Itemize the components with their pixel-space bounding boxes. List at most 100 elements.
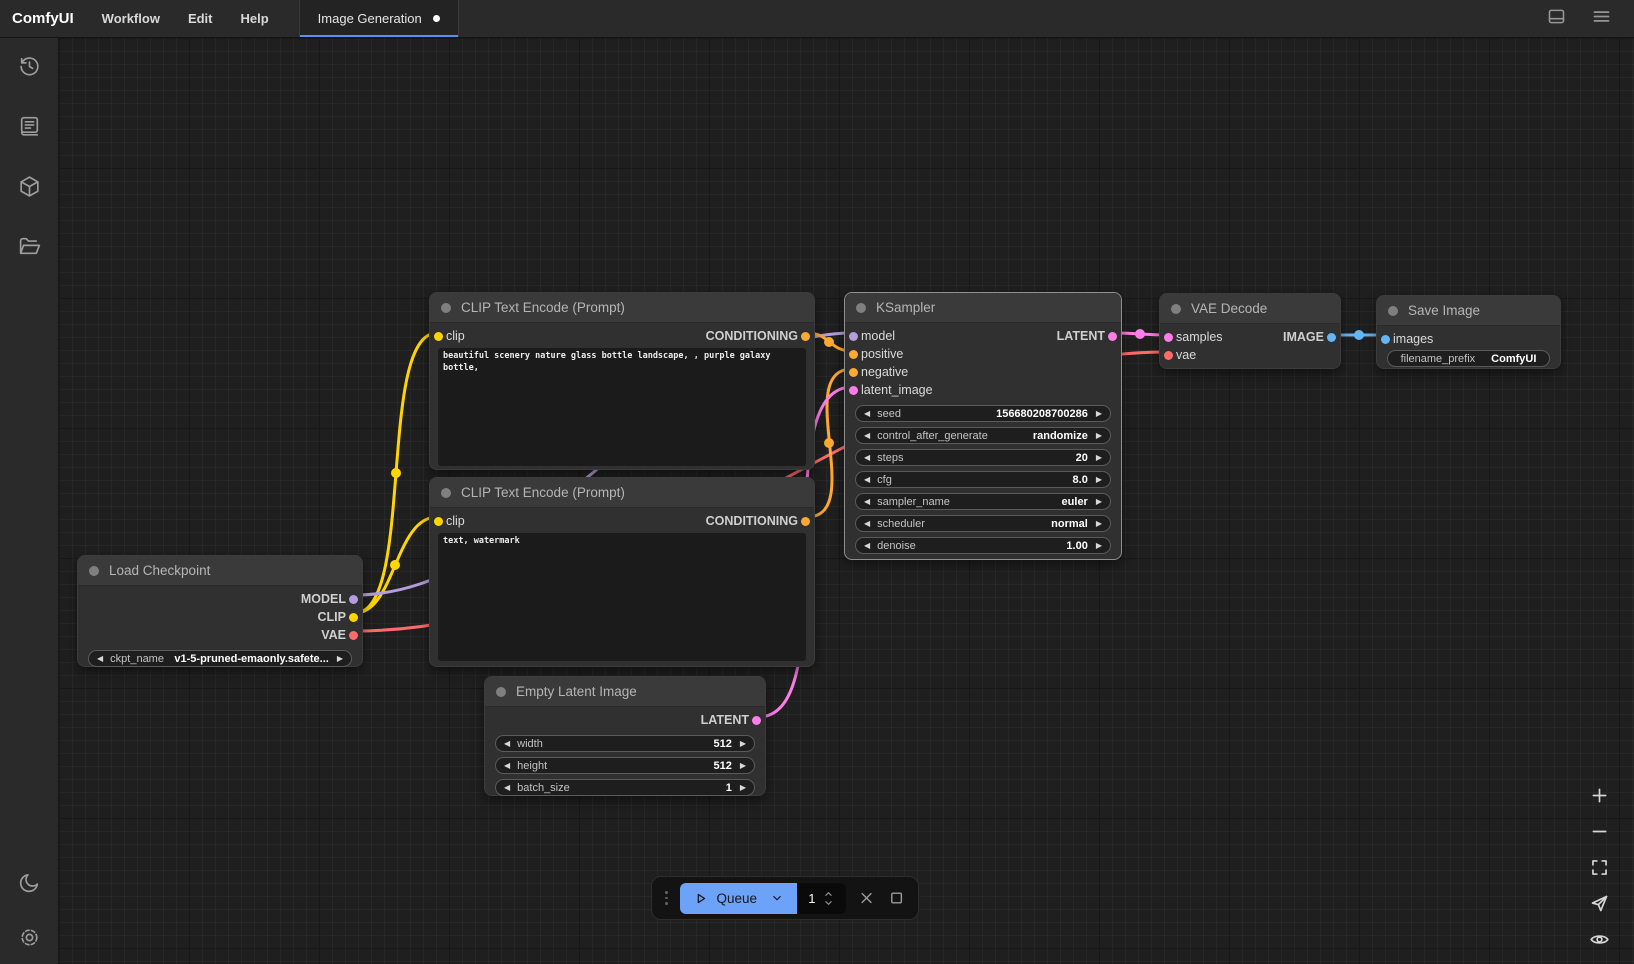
link-midpoint-dot[interactable]: [390, 560, 400, 570]
input-slot-images[interactable]: [1381, 335, 1390, 344]
node-load-checkpoint[interactable]: Load Checkpoint MODEL CLIP VAE ◀ ckpt_na…: [77, 555, 363, 667]
input-slot-samples[interactable]: [1164, 333, 1173, 342]
menu-edit[interactable]: Edit: [174, 0, 227, 37]
prev-value-arrow[interactable]: ◀: [864, 520, 870, 528]
next-value-arrow[interactable]: ▶: [740, 784, 746, 792]
prev-value-arrow[interactable]: ◀: [864, 542, 870, 550]
widget-denoise[interactable]: ◀ denoise 1.00 ▶: [855, 537, 1111, 554]
prev-value-arrow[interactable]: ◀: [504, 740, 510, 748]
node-header[interactable]: CLIP Text Encode (Prompt): [430, 478, 814, 508]
widget-seed[interactable]: ◀ seed 156680208700286 ▶: [855, 405, 1111, 422]
widget-control-after-generate[interactable]: ◀ control_after_generate randomize ▶: [855, 427, 1111, 444]
link-midpoint-dot[interactable]: [1354, 330, 1364, 340]
output-slot-conditioning[interactable]: [801, 332, 810, 341]
workflow-history-icon[interactable]: [17, 54, 42, 79]
output-slot-latent[interactable]: [1108, 332, 1117, 341]
widget-filename-prefix[interactable]: filename_prefix ComfyUI: [1387, 350, 1550, 367]
next-value-arrow[interactable]: ▶: [1096, 476, 1102, 484]
node-save-image[interactable]: Save Image images filename_prefix ComfyU…: [1376, 295, 1561, 369]
stepper-down-icon[interactable]: [823, 900, 834, 906]
negative-prompt-textarea[interactable]: text, watermark: [438, 533, 806, 661]
menu-help[interactable]: Help: [227, 0, 283, 37]
widget-scheduler[interactable]: ◀ scheduler normal ▶: [855, 515, 1111, 532]
stepper-up-icon[interactable]: [823, 891, 834, 897]
collapse-dot[interactable]: [441, 488, 451, 498]
next-value-arrow[interactable]: ▶: [1096, 432, 1102, 440]
prev-value-arrow[interactable]: ◀: [97, 655, 103, 663]
theme-toggle-icon[interactable]: [17, 870, 42, 895]
output-slot-vae[interactable]: [349, 631, 358, 640]
link-midpoint-dot[interactable]: [1135, 329, 1145, 339]
queue-button[interactable]: Queue: [680, 883, 798, 914]
actionbar-drag-handle[interactable]: [664, 891, 669, 905]
node-vae-decode[interactable]: VAE Decode samples IMAGE vae: [1159, 293, 1341, 369]
collapse-dot[interactable]: [856, 303, 866, 313]
prev-value-arrow[interactable]: ◀: [504, 762, 510, 770]
node-empty-latent-image[interactable]: Empty Latent Image LATENT ◀ width 512 ▶ …: [484, 676, 766, 796]
node-clip-text-encode-positive[interactable]: CLIP Text Encode (Prompt) clip CONDITION…: [429, 292, 815, 470]
fit-view-icon[interactable]: [1589, 857, 1610, 878]
clear-queue-icon[interactable]: [857, 888, 876, 908]
hamburger-menu-icon[interactable]: [1591, 6, 1612, 32]
node-header[interactable]: Empty Latent Image: [485, 677, 765, 707]
input-slot-model[interactable]: [849, 332, 858, 341]
widget-steps[interactable]: ◀ steps 20 ▶: [855, 449, 1111, 466]
zoom-in-icon[interactable]: [1589, 785, 1610, 806]
link-midpoint-dot[interactable]: [391, 468, 401, 478]
output-slot-conditioning[interactable]: [801, 517, 810, 526]
output-slot-image[interactable]: [1327, 333, 1336, 342]
widget-width[interactable]: ◀ width 512 ▶: [495, 735, 755, 752]
output-slot-clip[interactable]: [349, 613, 358, 622]
collapse-dot[interactable]: [441, 303, 451, 313]
next-value-arrow[interactable]: ▶: [1096, 498, 1102, 506]
link-midpoint-dot[interactable]: [824, 337, 834, 347]
prev-value-arrow[interactable]: ◀: [504, 784, 510, 792]
chevron-down-icon[interactable]: [770, 891, 784, 905]
workflows-folder-icon[interactable]: [17, 234, 42, 259]
widget-batch-size[interactable]: ◀ batch_size 1 ▶: [495, 779, 755, 796]
link-midpoint-dot[interactable]: [824, 438, 834, 448]
zoom-out-icon[interactable]: [1589, 821, 1610, 842]
next-value-arrow[interactable]: ▶: [740, 762, 746, 770]
next-value-arrow[interactable]: ▶: [740, 740, 746, 748]
input-slot-clip[interactable]: [434, 332, 443, 341]
node-header[interactable]: Save Image: [1377, 296, 1560, 326]
prev-value-arrow[interactable]: ◀: [864, 498, 870, 506]
model-library-icon[interactable]: [17, 174, 42, 199]
output-slot-latent[interactable]: [752, 716, 761, 725]
node-ksampler[interactable]: KSampler model LATENT positive negative …: [844, 292, 1122, 560]
count-stepper[interactable]: [823, 891, 834, 906]
node-graph-canvas[interactable]: CLIP Text Encode (Prompt) clip CONDITION…: [59, 38, 1634, 964]
node-header[interactable]: KSampler: [845, 293, 1121, 323]
settings-icon[interactable]: [17, 925, 42, 950]
prev-value-arrow[interactable]: ◀: [864, 454, 870, 462]
input-slot-vae[interactable]: [1164, 351, 1173, 360]
select-mode-icon[interactable]: [1589, 893, 1610, 914]
next-value-arrow[interactable]: ▶: [1096, 454, 1102, 462]
output-slot-model[interactable]: [349, 595, 358, 604]
collapse-dot[interactable]: [496, 687, 506, 697]
next-value-arrow[interactable]: ▶: [337, 655, 343, 663]
prev-value-arrow[interactable]: ◀: [864, 476, 870, 484]
widget-cfg[interactable]: ◀ cfg 8.0 ▶: [855, 471, 1111, 488]
input-slot-positive[interactable]: [849, 350, 858, 359]
next-value-arrow[interactable]: ▶: [1096, 520, 1102, 528]
next-value-arrow[interactable]: ▶: [1096, 542, 1102, 550]
node-header[interactable]: CLIP Text Encode (Prompt): [430, 293, 814, 323]
widget-height[interactable]: ◀ height 512 ▶: [495, 757, 755, 774]
node-header[interactable]: Load Checkpoint: [78, 556, 362, 586]
widget-sampler-name[interactable]: ◀ sampler_name euler ▶: [855, 493, 1111, 510]
widget-ckpt-name[interactable]: ◀ ckpt_name v1-5-pruned-emaonly.safete..…: [88, 650, 352, 667]
queue-icon[interactable]: [17, 114, 42, 139]
toggle-bottom-panel-icon[interactable]: [1546, 6, 1567, 32]
toggle-link-visibility-icon[interactable]: [1589, 929, 1610, 950]
input-slot-negative[interactable]: [849, 368, 858, 377]
prev-value-arrow[interactable]: ◀: [864, 432, 870, 440]
menu-workflow[interactable]: Workflow: [88, 0, 174, 37]
batch-count-input[interactable]: 1: [797, 883, 846, 914]
collapse-dot[interactable]: [1388, 306, 1398, 316]
prev-value-arrow[interactable]: ◀: [864, 410, 870, 418]
interrupt-icon[interactable]: [887, 888, 906, 908]
positive-prompt-textarea[interactable]: beautiful scenery nature glass bottle la…: [438, 348, 806, 466]
node-clip-text-encode-negative[interactable]: CLIP Text Encode (Prompt) clip CONDITION…: [429, 477, 815, 667]
